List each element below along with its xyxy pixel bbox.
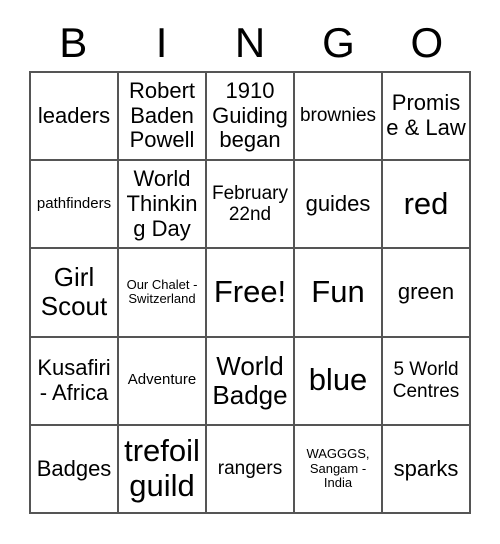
bingo-cell-text: Kusafiri - Africa — [37, 355, 111, 405]
bingo-cell[interactable]: World Thinking Day — [119, 161, 207, 250]
bingo-cell-text: rangers — [217, 458, 283, 480]
bingo-cell-text: blue — [308, 362, 368, 398]
bingo-cell[interactable]: Adventure — [119, 337, 207, 426]
bingo-cell-text: guides — [305, 190, 371, 216]
bingo-cell-text: Free! — [213, 274, 287, 310]
bingo-cell[interactable]: blue — [295, 337, 383, 426]
bingo-cell[interactable]: World Badge — [207, 337, 295, 426]
bingo-cell-text: sparks — [393, 455, 459, 481]
bingo-cell-free[interactable]: Free! — [207, 249, 295, 338]
header-letter-g: G — [322, 19, 355, 66]
bingo-cell-text: red — [403, 185, 449, 221]
bingo-cell-text: trefoil guild — [124, 433, 200, 503]
header-letter-n: N — [234, 19, 266, 66]
bingo-cell[interactable]: green — [383, 249, 471, 338]
bingo-cell[interactable]: WAGGGS, Sangam - India — [295, 425, 383, 514]
bingo-cell-text: Robert Baden Powell — [128, 78, 196, 153]
bingo-cell-text: Fun — [311, 274, 365, 310]
bingo-cell-text: February 22nd — [211, 183, 289, 226]
bingo-cell[interactable]: pathfinders — [31, 161, 119, 250]
bingo-cell-text: Our Chalet - Switzerland — [126, 276, 198, 307]
bingo-grid: leaders Robert Baden Powell 1910 Guiding… — [29, 71, 471, 514]
bingo-card: B I N G O leaders Robert Baden Powell 19… — [0, 0, 500, 544]
bingo-cell-text: Badges — [36, 455, 112, 481]
header-letter-b: B — [59, 19, 88, 66]
bingo-cell-text: Promise & Law — [386, 90, 466, 141]
bingo-cell[interactable]: Badges — [31, 425, 119, 514]
bingo-cell-text: 5 World Centres — [392, 359, 460, 402]
bingo-cell[interactable]: February 22nd — [207, 161, 295, 250]
bingo-cell-text: leaders — [37, 102, 111, 128]
header-letter-o: O — [410, 19, 444, 66]
bingo-cell-text: green — [397, 279, 455, 305]
header-letter-i: I — [155, 19, 168, 66]
bingo-cell[interactable]: Kusafiri - Africa — [31, 337, 119, 426]
bingo-cell[interactable]: trefoil guild — [119, 425, 207, 514]
bingo-cell-text: Girl Scout — [40, 262, 108, 322]
bingo-cell[interactable]: leaders — [31, 73, 119, 162]
bingo-cell[interactable]: 1910 Guiding began — [207, 73, 295, 162]
bingo-cell-text: World Thinking Day — [126, 166, 198, 241]
bingo-cell[interactable]: 5 World Centres — [383, 337, 471, 426]
bingo-cell-text: 1910 Guiding began — [212, 78, 288, 153]
bingo-cell[interactable]: brownies — [295, 73, 383, 162]
bingo-cell[interactable]: Our Chalet - Switzerland — [119, 249, 207, 338]
bingo-cell[interactable]: Robert Baden Powell — [119, 73, 207, 162]
bingo-header: B I N G O — [29, 18, 471, 68]
bingo-cell-text: World Badge — [212, 350, 288, 410]
bingo-cell-text: WAGGGS, Sangam - India — [306, 446, 370, 491]
bingo-cell-text: brownies — [299, 105, 377, 127]
bingo-cell[interactable]: Girl Scout — [31, 249, 119, 338]
bingo-cell[interactable]: guides — [295, 161, 383, 250]
bingo-cell-text: pathfinders — [36, 194, 112, 212]
bingo-cell[interactable]: red — [383, 161, 471, 250]
bingo-cell[interactable]: Promise & Law — [383, 73, 471, 162]
bingo-cell[interactable]: rangers — [207, 425, 295, 514]
bingo-cell[interactable]: sparks — [383, 425, 471, 514]
bingo-cell-text: Adventure — [127, 371, 197, 389]
bingo-cell[interactable]: Fun — [295, 249, 383, 338]
